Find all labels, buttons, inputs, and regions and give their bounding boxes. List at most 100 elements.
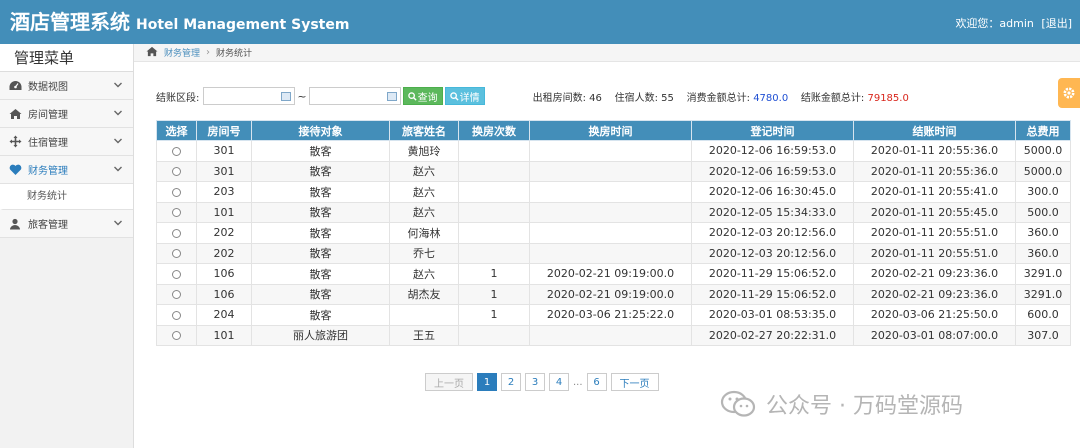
table-cell: 500.0 bbox=[1015, 201, 1071, 223]
row-select-cell bbox=[156, 304, 197, 326]
table-row[interactable]: 301 散客 赵六 2020-12-06 16:59:53.0 2020-01-11 2… bbox=[156, 160, 1071, 182]
end-date-input[interactable] bbox=[308, 87, 401, 105]
page-button[interactable]: 2 bbox=[501, 373, 521, 391]
row-radio[interactable] bbox=[172, 249, 181, 259]
breadcrumb-current: 财务统计 bbox=[216, 49, 253, 59]
chevron-down-icon bbox=[114, 82, 122, 88]
row-radio[interactable] bbox=[172, 167, 181, 177]
table-cell: 散客 bbox=[251, 222, 390, 244]
table-cell: 胡杰友 bbox=[389, 283, 459, 305]
page-button[interactable]: 1 bbox=[477, 373, 497, 391]
sidebar-item-label: 财务管理 bbox=[28, 166, 68, 177]
row-radio[interactable] bbox=[172, 331, 181, 341]
sidebar-item-finance[interactable]: 财务管理 bbox=[0, 156, 133, 184]
table-cell: 赵六 bbox=[389, 263, 459, 285]
table-cell bbox=[529, 181, 692, 203]
sidebar-subitem-finance-stats[interactable]: 财务统计 bbox=[0, 184, 133, 210]
sidebar-item-label: 数据视图 bbox=[28, 82, 68, 93]
table-cell: 散客 bbox=[251, 242, 390, 264]
table-cell: 2020-03-06 21:25:22.0 bbox=[529, 304, 692, 326]
table-row[interactable]: 202 散客 乔七 2020-12-03 20:12:56.0 2020-01-11 2… bbox=[156, 242, 1071, 264]
column-header: 换房时间 bbox=[529, 120, 692, 141]
brand[interactable]: 酒店管理系统 Hotel Management System bbox=[10, 6, 349, 38]
table-row[interactable]: 301 散客 黄旭玲 2020-12-06 16:59:53.0 2020-01-11 … bbox=[156, 140, 1071, 162]
row-radio[interactable] bbox=[172, 310, 181, 320]
chevron-down-icon bbox=[114, 110, 122, 116]
page-button[interactable]: 6 bbox=[586, 373, 607, 391]
row-select-cell bbox=[156, 283, 197, 305]
row-radio[interactable] bbox=[172, 290, 181, 300]
detail-button-label: 详情 bbox=[459, 92, 480, 104]
sidebar-item-guests[interactable]: 旅客管理 bbox=[0, 210, 133, 238]
table-cell: 2020-03-01 08:07:00.0 bbox=[853, 324, 1016, 346]
table-cell: 赵六 bbox=[389, 201, 459, 223]
table-cell bbox=[529, 242, 692, 264]
table-cell: 5000.0 bbox=[1015, 140, 1071, 162]
column-header: 选择 bbox=[156, 120, 197, 141]
table-cell: 赵六 bbox=[389, 181, 459, 203]
wechat-icon bbox=[720, 390, 756, 417]
chevron-down-icon bbox=[114, 220, 122, 226]
table-row[interactable]: 106 散客 赵六 1 2020-02-21 09:19:00.0 2020-11-29 … bbox=[156, 263, 1071, 285]
table-row[interactable]: 202 散客 何海林 2020-12-03 20:12:56.0 2020-01-11 … bbox=[156, 222, 1071, 244]
logout-link[interactable]: [退出] bbox=[1041, 17, 1072, 30]
consume-total-value: 4780.0 bbox=[753, 92, 789, 104]
sidebar: 管理菜单 数据视图 房间管理 住宿管理 财务管理 财务统计 旅客管理 bbox=[0, 44, 134, 448]
table-cell: 5000.0 bbox=[1015, 160, 1071, 182]
page-button[interactable]: 3 bbox=[525, 373, 545, 391]
consume-total-label: 消费金额总计: bbox=[686, 92, 750, 104]
table-cell: 散客 bbox=[251, 160, 390, 182]
next-page-button[interactable]: 下一页 bbox=[610, 373, 659, 391]
column-header: 结账时间 bbox=[853, 120, 1016, 141]
table-cell: 2020-12-03 20:12:56.0 bbox=[691, 222, 854, 244]
table-cell bbox=[458, 324, 530, 346]
table-cell: 1 bbox=[458, 283, 530, 305]
table-row[interactable]: 106 散客 胡杰友 1 2020-02-21 09:19:00.0 2020-11-29… bbox=[156, 283, 1071, 305]
table-row[interactable]: 101 丽人旅游团 王五 2020-02-27 20:22:31.0 2020-03-0… bbox=[156, 324, 1071, 346]
row-radio[interactable] bbox=[172, 228, 181, 238]
row-select-cell bbox=[156, 263, 197, 285]
table-cell: 3291.0 bbox=[1015, 263, 1071, 285]
page-button[interactable]: 4 bbox=[549, 373, 569, 391]
settings-button[interactable] bbox=[1058, 78, 1080, 108]
row-select-cell bbox=[156, 181, 197, 203]
row-radio[interactable] bbox=[172, 269, 181, 279]
table-cell: 301 bbox=[196, 140, 252, 162]
table-cell bbox=[529, 222, 692, 244]
row-radio[interactable] bbox=[172, 208, 181, 218]
row-radio[interactable] bbox=[172, 187, 181, 197]
table-cell: 2020-12-03 20:12:56.0 bbox=[691, 242, 854, 264]
sidebar-item-label: 住宿管理 bbox=[28, 138, 68, 149]
table-row[interactable]: 203 散客 赵六 2020-12-06 16:30:45.0 2020-01-11 2… bbox=[156, 181, 1071, 203]
column-header: 房间号 bbox=[196, 120, 252, 141]
calendar-icon[interactable] bbox=[281, 92, 292, 101]
table-cell: 2020-01-11 20:55:36.0 bbox=[853, 160, 1016, 182]
sidebar-item-lodging[interactable]: 住宿管理 bbox=[0, 128, 133, 156]
home-icon[interactable] bbox=[146, 46, 158, 60]
table-cell bbox=[529, 201, 692, 223]
table-row[interactable]: 101 散客 赵六 2020-12-05 15:34:33.0 2020-01-11 2… bbox=[156, 201, 1071, 223]
breadcrumb-parent[interactable]: 财务管理 bbox=[164, 46, 200, 59]
watermark: 公众号 · 万码堂源码 bbox=[720, 388, 963, 420]
table-cell bbox=[458, 201, 530, 223]
table-cell: 2020-02-27 20:22:31.0 bbox=[691, 324, 854, 346]
calendar-icon[interactable] bbox=[386, 92, 397, 101]
detail-button[interactable]: 详情 bbox=[444, 87, 485, 105]
move-icon bbox=[8, 135, 22, 149]
sidebar-item-rooms[interactable]: 房间管理 bbox=[0, 100, 133, 128]
start-date-input[interactable] bbox=[203, 87, 296, 105]
table-cell: 2020-12-06 16:30:45.0 bbox=[691, 181, 854, 203]
table-cell: 2020-11-29 15:06:52.0 bbox=[691, 283, 854, 305]
table-cell bbox=[529, 140, 692, 162]
sidebar-item-dashboard[interactable]: 数据视图 bbox=[0, 72, 133, 100]
table-cell bbox=[458, 160, 530, 182]
row-radio[interactable] bbox=[172, 146, 181, 156]
query-button[interactable]: 查询 bbox=[402, 87, 443, 105]
table-cell bbox=[458, 181, 530, 203]
table-cell: 乔七 bbox=[389, 242, 459, 264]
prev-page-button[interactable]: 上一页 bbox=[425, 373, 473, 391]
table-row[interactable]: 204 散客 1 2020-03-06 21:25:22.0 2020-03-01 08… bbox=[156, 304, 1071, 326]
table-cell: 2020-01-11 20:55:36.0 bbox=[853, 140, 1016, 162]
row-select-cell bbox=[156, 201, 197, 223]
table-cell: 1 bbox=[458, 263, 530, 285]
